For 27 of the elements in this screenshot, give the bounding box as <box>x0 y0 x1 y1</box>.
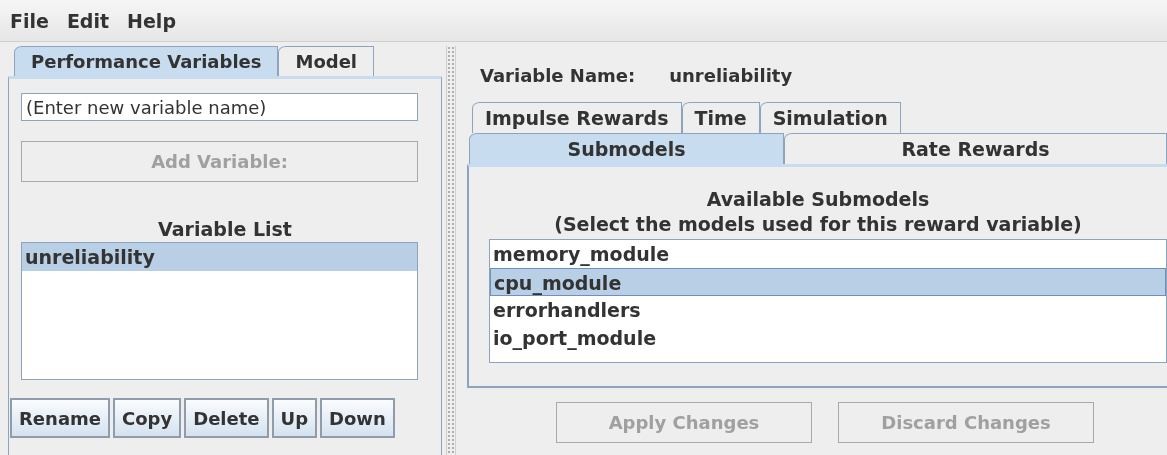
tab[interactable]: Submodels <box>469 133 784 164</box>
list-title: Variable List <box>157 217 293 242</box>
list-button[interactable]: Down <box>320 398 395 438</box>
list-item[interactable]: io_port_module <box>490 324 1166 352</box>
list-subtitle: (Select the models used for this reward variable) <box>553 212 1083 237</box>
menu-item[interactable]: File <box>10 9 49 32</box>
tab[interactable]: Impulse Rewards <box>472 102 682 133</box>
tab[interactable]: Simulation <box>759 102 901 133</box>
tab[interactable]: Time <box>681 102 760 133</box>
menu-item[interactable]: Edit <box>66 9 110 32</box>
list-button[interactable]: Rename <box>10 398 110 438</box>
list-button[interactable]: Up <box>271 398 318 438</box>
tab[interactable]: Performance Variables <box>14 46 279 76</box>
tab[interactable]: Rate Rewards <box>784 133 1167 164</box>
list-button[interactable]: Copy <box>113 398 182 438</box>
splitter-handle[interactable] <box>446 46 456 455</box>
list-item[interactable]: cpu_module <box>490 268 1166 296</box>
list-button[interactable]: Delete <box>184 398 269 438</box>
variable-name-field[interactable]: (Enter new variable name) <box>21 93 418 121</box>
list-item[interactable]: errorhandlers <box>490 296 1166 324</box>
field-label: Variable Name: <box>480 64 636 86</box>
tab[interactable]: Model <box>278 46 375 76</box>
list-title: Available Submodels <box>705 187 931 212</box>
list-item[interactable]: memory_module <box>490 240 1166 268</box>
variable-name-value: unreliability <box>669 64 793 86</box>
menu-item[interactable]: Help <box>127 9 176 32</box>
list-item[interactable]: unreliability <box>22 243 417 271</box>
